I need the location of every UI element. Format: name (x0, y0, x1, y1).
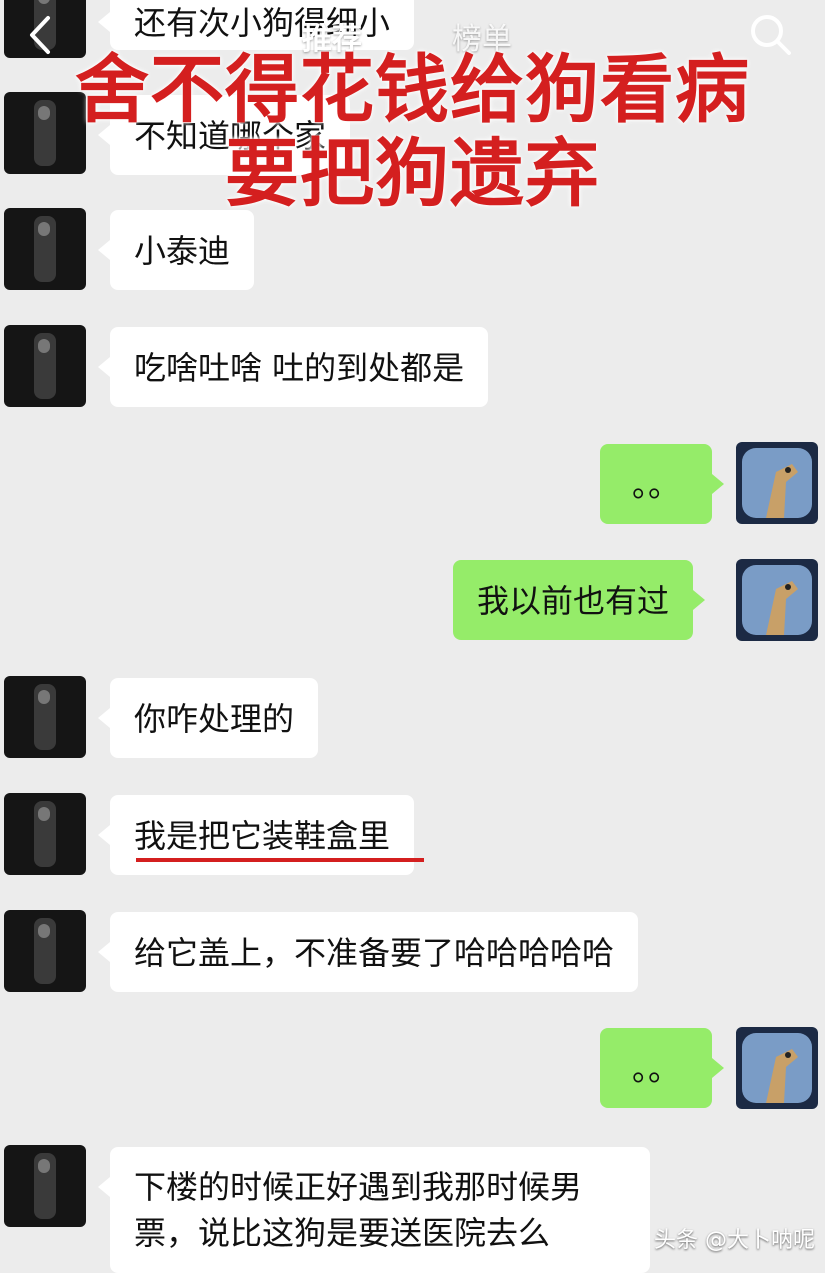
message-text-line: 下楼的时候正好遇到我那时候男 (134, 1168, 583, 1206)
search-icon (751, 15, 791, 55)
message-text-line: 票，说比这狗是要送医院去么 (134, 1214, 551, 1252)
avatar[interactable] (4, 92, 86, 174)
avatar[interactable] (4, 793, 86, 875)
active-tab-indicator (304, 62, 360, 66)
message-text: 我是把它装鞋盒里 (134, 817, 391, 855)
tab-ranking-label: 榜单 (452, 22, 512, 57)
contact-avatar-image (4, 910, 86, 992)
tab-ranking[interactable]: 榜单 (452, 14, 512, 58)
watermark: 头条 @大卜呐呢 (654, 1228, 815, 1253)
message-text: 我以前也有过 (477, 582, 670, 620)
tab-recommend[interactable]: 推荐 (302, 14, 362, 66)
contact-avatar-image (4, 208, 86, 290)
back-button[interactable] (22, 12, 62, 58)
contact-avatar-image (4, 92, 86, 174)
message-text: 。。 (631, 466, 680, 504)
message-text: 。。 (631, 1050, 680, 1088)
message-bubble: 吃啥吐啥 吐的到处都是 (97, 327, 489, 407)
message-bubble: 小泰迪 (97, 210, 255, 290)
user-avatar-image (736, 442, 818, 524)
search-button[interactable] (746, 10, 796, 60)
avatar[interactable] (4, 1145, 86, 1227)
avatar[interactable] (4, 325, 86, 407)
message-bubble: 。。 (600, 1028, 724, 1108)
avatar[interactable] (4, 910, 86, 992)
contact-avatar-image (4, 793, 86, 875)
contact-avatar-image (4, 1145, 86, 1227)
avatar[interactable] (4, 208, 86, 290)
chevron-left-icon (30, 16, 50, 54)
message-text: 小泰迪 (134, 232, 231, 270)
message-bubble: 我是把它装鞋盒里 (97, 795, 415, 875)
message-bubble: 下楼的时候正好遇到我那时候男 票，说比这狗是要送医院去么 (98, 1147, 650, 1273)
avatar[interactable] (736, 1027, 818, 1109)
message-text: 吃啥吐啥 吐的到处都是 (134, 349, 465, 387)
avatar[interactable] (736, 559, 818, 641)
contact-avatar-image (4, 676, 86, 758)
top-bar: 推荐 榜单 (0, 0, 825, 70)
user-avatar-image (736, 1027, 818, 1109)
message-bubble: 我以前也有过 (453, 560, 706, 640)
message-text: 给它盖上，不准备要了哈哈哈哈哈 (134, 934, 615, 972)
message-text: 你咋处理的 (134, 700, 295, 738)
user-avatar-image (736, 559, 818, 641)
tab-recommend-label: 推荐 (302, 22, 362, 57)
contact-avatar-image (4, 325, 86, 407)
message-bubble: 不知道哪个家 (97, 95, 351, 175)
message-bubble: 你咋处理的 (97, 678, 319, 758)
red-underline-highlight (136, 858, 424, 862)
avatar[interactable] (736, 442, 818, 524)
avatar[interactable] (4, 676, 86, 758)
message-text: 不知道哪个家 (134, 117, 327, 155)
message-bubble: 给它盖上，不准备要了哈哈哈哈哈 (97, 912, 639, 992)
message-bubble: 。。 (600, 444, 724, 524)
